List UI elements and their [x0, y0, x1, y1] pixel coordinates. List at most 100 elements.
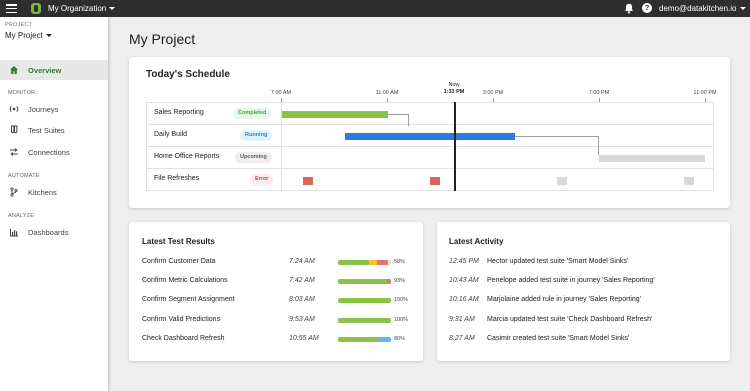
progress-segment — [380, 337, 391, 342]
menu-icon[interactable] — [6, 4, 17, 13]
now-marker-label: Now 1:33 PM — [444, 82, 465, 96]
sidebar-item-kitchens[interactable]: Kitchens — [0, 182, 108, 202]
test-progress-bar — [338, 279, 391, 284]
status-badge: Error — [250, 174, 274, 185]
test-progress-bar — [338, 337, 391, 342]
test-time: 7:42 AM — [289, 277, 315, 284]
journey-name: File Refreshes — [154, 175, 200, 182]
test-progress-bar — [338, 260, 391, 265]
schedule-row[interactable]: Sales Reporting Completed — [147, 103, 713, 125]
activity-text: Marcia updated test suite 'Check Dashboa… — [487, 316, 653, 323]
bar-chart-icon — [10, 229, 18, 237]
user-email: demo@datakitchen.io — [659, 4, 737, 13]
sidebar: PROJECT My Project Overview MONITOR Jour… — [0, 17, 108, 391]
journey-name: Home Office Reports — [154, 153, 220, 160]
test-time: 8:03 AM — [289, 296, 315, 303]
time-label: 7:00 PM — [588, 90, 610, 96]
activity-text: Marjolaine added rule in journey 'Sales … — [487, 296, 642, 303]
test-percent: 93% — [394, 278, 406, 284]
notifications-bell-icon[interactable] — [624, 3, 634, 14]
run-block-error[interactable] — [430, 177, 440, 185]
project-selector[interactable]: My Project — [5, 31, 52, 40]
progress-segment — [338, 337, 381, 342]
branch-icon — [10, 187, 18, 197]
run-bar-running[interactable] — [345, 133, 515, 140]
progress-segment — [338, 298, 391, 303]
chevron-down-icon — [739, 7, 746, 11]
activity-title: Latest Activity — [449, 237, 504, 246]
activity-text: Penelope added test suite in journey 'Sa… — [487, 277, 655, 284]
time-label: 7:00 AM — [270, 90, 292, 96]
schedule-grid: Sales Reporting Completed Daily Build Ru… — [146, 102, 714, 191]
progress-segment — [338, 279, 388, 284]
time-label: 3:00 PM — [482, 90, 504, 96]
sidebar-item-label: Kitchens — [28, 187, 57, 197]
connections-icon — [10, 148, 18, 156]
now-label: Now — [448, 82, 460, 88]
time-label: 11:00 PM — [693, 90, 717, 96]
journey-name: Daily Build — [154, 131, 188, 138]
run-block-upcoming[interactable] — [684, 177, 694, 185]
journeys-icon — [9, 105, 19, 113]
sidebar-item-test-suites[interactable]: Test Suites — [0, 120, 108, 140]
progress-segment — [368, 260, 377, 265]
journey-name: Sales Reporting — [154, 109, 204, 116]
project-label: PROJECT — [5, 22, 33, 28]
run-block-error[interactable] — [303, 177, 313, 185]
sidebar-item-overview[interactable]: Overview — [0, 60, 108, 80]
sidebar-item-label: Journeys — [28, 104, 59, 114]
progress-segment — [338, 318, 391, 323]
user-menu[interactable]: demo@datakitchen.io — [659, 4, 746, 13]
test-result-row[interactable]: Confirm Customer Data 7:24 AM 58% — [142, 257, 412, 269]
test-name: Confirm Valid Predictions — [142, 316, 221, 323]
organization-selector[interactable]: My Organization — [48, 4, 116, 13]
status-badge: Upcoming — [235, 152, 272, 163]
sidebar-item-label: Dashboards — [28, 227, 69, 237]
test-name: Confirm Segment Assignment — [142, 296, 235, 303]
sidebar-item-dashboards[interactable]: Dashboards — [0, 222, 108, 242]
test-time: 10:55 AM — [289, 335, 319, 342]
sidebar-item-journeys[interactable]: Journeys — [0, 99, 108, 119]
sidebar-item-label: Test Suites — [28, 125, 65, 135]
top-bar: My Organization ? demo@datakitchen.io — [0, 0, 750, 17]
sidebar-item-label: Overview — [28, 65, 62, 75]
organization-name: My Organization — [48, 4, 107, 13]
test-result-row[interactable]: Confirm Segment Assignment 8:03 AM 100% — [142, 295, 412, 307]
progress-segment — [376, 260, 389, 265]
run-block-upcoming[interactable] — [557, 177, 567, 185]
progress-segment — [338, 260, 369, 265]
home-icon — [10, 66, 18, 74]
activity-time: 12:45 PM — [449, 258, 479, 265]
test-results-card: Latest Test Results Confirm Customer Dat… — [129, 222, 423, 361]
test-name: Confirm Customer Data — [142, 258, 216, 265]
test-name: Check Dashboard Refresh — [142, 335, 225, 342]
chevron-down-icon — [109, 7, 116, 11]
section-label-automate: AUTOMATE — [8, 173, 40, 179]
activity-time: 8:27 AM — [449, 335, 475, 342]
help-icon[interactable]: ? — [642, 3, 652, 13]
test-progress-bar — [338, 298, 391, 303]
project-name: My Project — [5, 31, 43, 40]
test-result-row[interactable]: Check Dashboard Refresh 10:55 AM 80% — [142, 334, 412, 346]
test-result-row[interactable]: Confirm Metric Calculations 7:42 AM 93% — [142, 276, 412, 288]
test-result-row[interactable]: Confirm Valid Predictions 9:53 AM 100% — [142, 315, 412, 327]
run-bar-completed[interactable] — [282, 111, 388, 118]
schedule-title: Today's Schedule — [146, 69, 230, 80]
page-title: My Project — [129, 31, 196, 47]
test-results-title: Latest Test Results — [142, 237, 215, 246]
time-label: 11:00 AM — [375, 90, 399, 96]
section-label-monitor: MONITOR — [8, 90, 36, 96]
activity-text: Hector updated test suite 'Smart Model S… — [487, 258, 629, 265]
activity-time: 9:31 AM — [449, 316, 475, 323]
test-name: Confirm Metric Calculations — [142, 277, 228, 284]
test-tube-icon — [11, 125, 18, 134]
chevron-down-icon — [45, 34, 52, 38]
schedule-card: Today's Schedule Now 1:33 PM 7:00 AM 11:… — [129, 57, 730, 208]
sidebar-item-connections[interactable]: Connections — [0, 142, 108, 162]
sidebar-item-label: Connections — [28, 147, 70, 157]
now-indicator-line — [454, 102, 456, 191]
now-time: 1:33 PM — [443, 89, 465, 95]
run-bar-upcoming[interactable] — [599, 155, 705, 162]
activity-time: 10:16 AM — [449, 296, 479, 303]
test-percent: 100% — [394, 317, 409, 323]
